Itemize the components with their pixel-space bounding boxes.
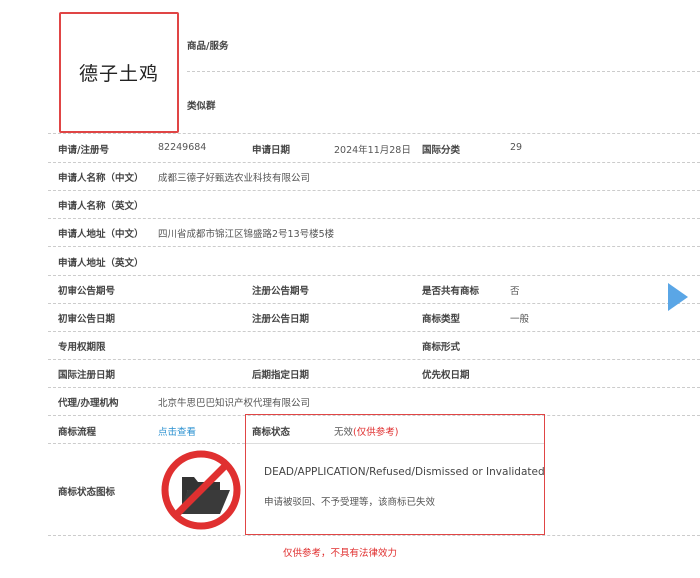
process-label: 商标流程 [58, 427, 97, 438]
agent-label: 代理/办理机构 [58, 398, 119, 409]
prelim-no-label: 初审公告期号 [58, 286, 116, 297]
reg-no: 82249684 [158, 142, 207, 153]
divider [48, 218, 700, 219]
status: 无效(仅供参考) [334, 424, 398, 438]
reg-no-label: 申请/注册号 [58, 145, 109, 156]
divider [48, 331, 700, 332]
form-label: 商标形式 [422, 342, 461, 353]
disclaimer: 仅供参考，不具有法律效力 [283, 548, 398, 559]
divider [48, 133, 700, 134]
shared: 否 [510, 286, 520, 297]
address-cn-label: 申请人地址（中文） [58, 229, 144, 240]
address-en-label: 申请人地址（英文） [58, 258, 144, 269]
similar-label: 类似群 [187, 101, 216, 112]
priority-label: 优先权日期 [422, 370, 470, 381]
status-value: 无效 [334, 427, 354, 438]
divider [48, 443, 245, 444]
app-date: 2024年11月28日 [334, 145, 411, 156]
divider [246, 443, 544, 444]
status-en: DEAD/APPLICATION/Refused/Dismissed or In… [264, 466, 545, 478]
agent: 北京牛思巴巴知识产权代理有限公司 [158, 398, 311, 409]
next-arrow-icon[interactable] [668, 283, 688, 311]
divider [48, 275, 700, 276]
divider [48, 387, 700, 388]
divider [48, 246, 700, 247]
type-label: 商标类型 [422, 314, 461, 325]
goods-label: 商品/服务 [187, 41, 229, 52]
trademark-name: 德子土鸡 [78, 63, 159, 85]
status-label: 商标状态 [252, 427, 291, 438]
divider [48, 359, 700, 360]
prelim-date-label: 初审公告日期 [58, 314, 116, 325]
divider [48, 162, 700, 163]
status-cn: 申请被驳回、不予受理等，该商标已失效 [264, 497, 436, 508]
dead-folder-icon [161, 450, 241, 530]
intl-class: 29 [510, 142, 523, 153]
intl-reg-date-label: 国际注册日期 [58, 370, 116, 381]
status-note: (仅供参考) [353, 427, 399, 438]
applicant-en-label: 申请人名称（英文） [58, 201, 144, 212]
divider [48, 190, 700, 191]
reg-pub-no-label: 注册公告期号 [252, 286, 310, 297]
process-link[interactable]: 点击查看 [158, 424, 196, 438]
type: 一般 [510, 314, 530, 325]
address-cn: 四川省成都市锦江区锦盛路2号13号楼5楼 [158, 229, 335, 240]
divider [187, 71, 700, 72]
status-icon-label: 商标状态图标 [58, 487, 116, 498]
reg-pub-date-label: 注册公告日期 [252, 314, 310, 325]
shared-label: 是否共有商标 [422, 286, 480, 297]
intl-class-label: 国际分类 [422, 145, 461, 156]
later-date-label: 后期指定日期 [252, 370, 310, 381]
exclusive-label: 专用权期限 [58, 342, 106, 353]
divider [48, 535, 700, 536]
applicant-cn-label: 申请人名称（中文） [58, 173, 144, 184]
divider [48, 303, 700, 304]
trademark-image: 德子土鸡 [59, 12, 179, 133]
app-date-label: 申请日期 [252, 145, 291, 156]
applicant-cn: 成都三德子好甄选农业科技有限公司 [158, 173, 311, 184]
